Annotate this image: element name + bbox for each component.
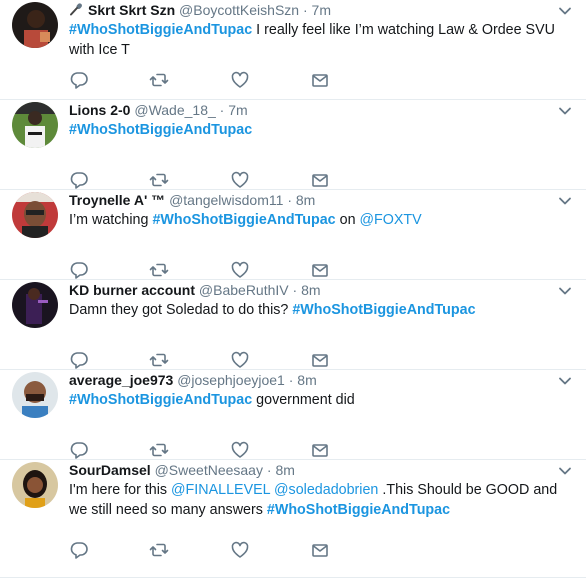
tweet-actions [69,260,349,282]
tweet-actions [69,350,349,372]
microphone-icon [69,1,83,16]
tweet[interactable]: Skrt Skrt Szn @BoycottKeishSzn · 7m #WhoS… [0,0,586,100]
user-handle[interactable]: @BabeRuthIV [199,282,289,298]
separator-dot: · [292,282,298,298]
avatar[interactable] [12,2,58,48]
avatar[interactable] [12,102,58,148]
tweet-header: KD burner account @BabeRuthIV · 8m [69,280,546,300]
tweet[interactable]: SourDamsel @SweetNeesaay · 8m I'm here fo… [0,460,586,578]
reply-icon[interactable] [69,70,89,90]
reply-icon[interactable] [69,440,89,460]
retweet-icon[interactable] [149,440,169,460]
direct-message-icon[interactable] [310,350,330,370]
chevron-down-icon[interactable] [558,284,572,298]
chevron-down-icon[interactable] [558,194,572,208]
tweet[interactable]: Troynelle A' ™ @tangelwisdom11 · 8m I’m w… [0,190,586,280]
direct-message-icon[interactable] [310,260,330,280]
avatar[interactable] [12,462,58,508]
hashtag-link[interactable]: #WhoShotBiggieAndTupac [152,212,335,228]
tweet-text-segment: on [335,212,360,228]
tweet-text-segment: government did [252,392,355,408]
mention-link[interactable]: @FINALLEVEL [171,482,270,498]
tweet-text: Damn they got Soledad to do this? #WhoSh… [69,300,574,320]
user-handle[interactable]: @SweetNeesaay [155,462,263,478]
like-icon[interactable] [230,540,250,560]
like-icon[interactable] [230,440,250,460]
reply-icon[interactable] [69,260,89,280]
tweet-text: #WhoShotBiggieAndTupac government did [69,390,574,410]
reply-icon[interactable] [69,170,89,190]
display-name[interactable]: Skrt Skrt Szn [88,2,175,18]
like-icon[interactable] [230,70,250,90]
mention-link[interactable]: @soledadobrien [274,482,378,498]
chevron-down-icon[interactable] [558,104,572,118]
reply-icon[interactable] [69,350,89,370]
retweet-icon[interactable] [149,70,169,90]
user-handle[interactable]: @Wade_18_ [134,102,215,118]
timestamp[interactable]: 7m [312,2,331,18]
retweet-icon[interactable] [149,350,169,370]
timestamp[interactable]: 8m [297,372,316,388]
mention-link[interactable]: @FOXTV [360,212,422,228]
tweet-text: #WhoShotBiggieAndTupac I really feel lik… [69,20,574,60]
retweet-icon[interactable] [149,540,169,560]
separator-dot: · [302,2,308,18]
separator-dot: · [287,192,292,208]
tweet-header: Troynelle A' ™ @tangelwisdom11 · 8m [69,190,546,210]
tweet-header: average_joe973 @josephjoeyjoe1 · 8m [69,370,546,390]
reply-icon[interactable] [69,540,89,560]
separator-dot: · [219,102,225,118]
tweet-text-segment: I’m watching [69,212,153,228]
separator-dot: · [288,372,294,388]
user-handle[interactable]: @BoycottKeishSzn [179,2,299,18]
tweet-text-segment: Damn they got Soledad to do this? [69,302,293,318]
hashtag-link[interactable]: #WhoShotBiggieAndTupac [292,302,475,318]
like-icon[interactable] [230,260,250,280]
tweet-header: SourDamsel @SweetNeesaay · 8m [69,460,546,480]
tweet-text: I'm here for this @FINALLEVEL @soledadob… [69,480,574,520]
tweet-header: Skrt Skrt Szn @BoycottKeishSzn · 7m [69,0,546,20]
timestamp[interactable]: 8m [296,192,315,208]
user-handle[interactable]: @tangelwisdom11 [169,192,283,208]
display-name[interactable]: average_joe973 [69,372,173,388]
chevron-down-icon[interactable] [558,4,572,18]
hashtag-link[interactable]: #WhoShotBiggieAndTupac [69,392,252,408]
tweet-actions [69,540,349,562]
tweet-actions [69,170,349,192]
display-name[interactable]: Lions 2-0 [69,102,130,118]
display-name[interactable]: KD burner account [69,282,195,298]
tweet[interactable]: KD burner account @BabeRuthIV · 8m Damn t… [0,280,586,370]
direct-message-icon[interactable] [310,170,330,190]
retweet-icon[interactable] [149,170,169,190]
display-name[interactable]: SourDamsel [69,462,151,478]
avatar[interactable] [12,282,58,328]
tweet-text: I’m watching #WhoShotBiggieAndTupac on @… [69,210,574,230]
chevron-down-icon[interactable] [558,464,572,478]
direct-message-icon[interactable] [310,70,330,90]
display-name[interactable]: Troynelle A' ™ [69,192,165,208]
direct-message-icon[interactable] [310,440,330,460]
tweet[interactable]: average_joe973 @josephjoeyjoe1 · 8m #WhoS… [0,370,586,460]
timestamp[interactable]: 7m [228,102,247,118]
user-handle[interactable]: @josephjoeyjoe1 [177,372,285,388]
hashtag-link[interactable]: #WhoShotBiggieAndTupac [69,122,252,138]
like-icon[interactable] [230,350,250,370]
tweet-actions [69,440,349,462]
retweet-icon[interactable] [149,260,169,280]
direct-message-icon[interactable] [310,540,330,560]
avatar[interactable] [12,192,58,238]
tweet-text: #WhoShotBiggieAndTupac [69,120,574,140]
hashtag-link[interactable]: #WhoShotBiggieAndTupac [267,502,450,518]
separator-dot: · [266,462,272,478]
tweet-actions [69,70,349,92]
timestamp[interactable]: 8m [275,462,294,478]
tweet-text-segment: I'm here for this [69,482,172,498]
hashtag-link[interactable]: #WhoShotBiggieAndTupac [69,22,252,38]
tweet[interactable]: Lions 2-0 @Wade_18_ · 7m #WhoShotBiggieAn… [0,100,586,190]
like-icon[interactable] [230,170,250,190]
timestamp[interactable]: 8m [301,282,320,298]
chevron-down-icon[interactable] [558,374,572,388]
avatar[interactable] [12,372,58,418]
tweet-header: Lions 2-0 @Wade_18_ · 7m [69,100,546,120]
